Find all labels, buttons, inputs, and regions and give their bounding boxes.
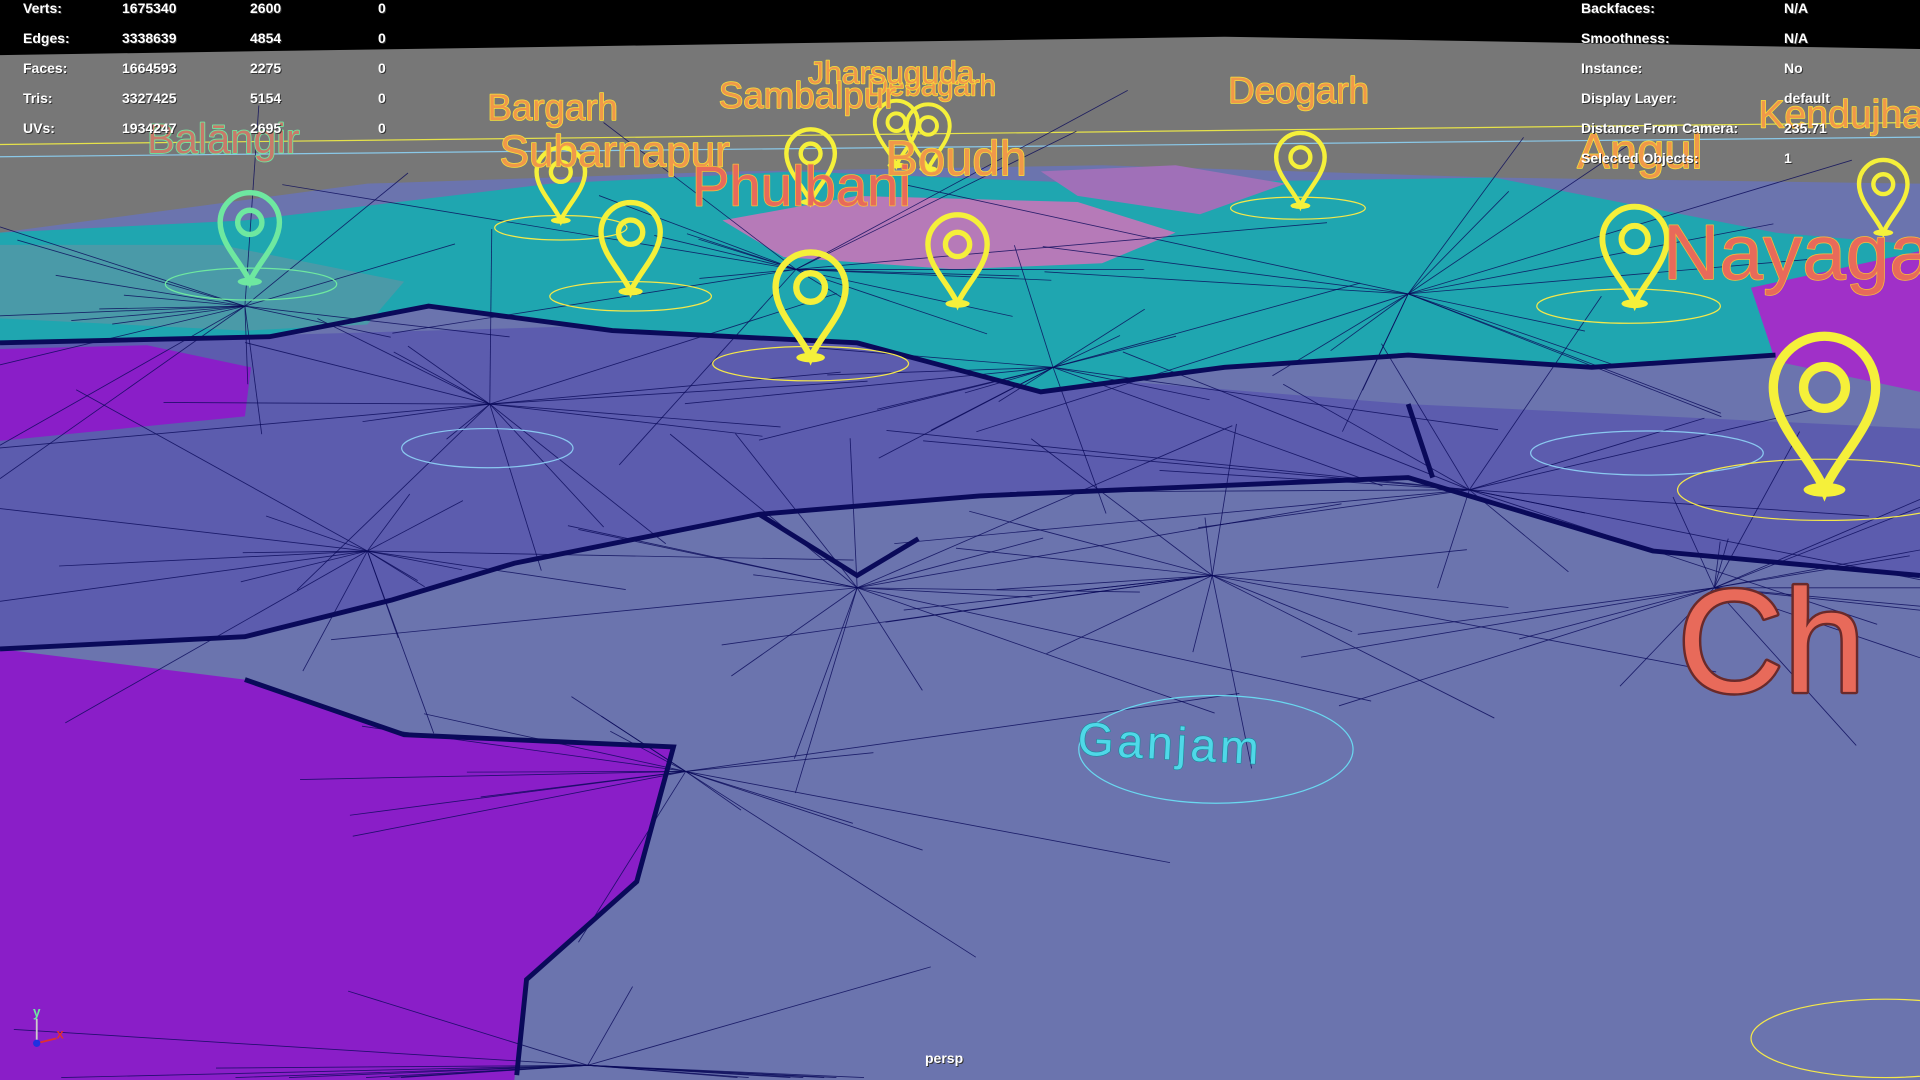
hud-total: 1934247 bbox=[122, 120, 177, 136]
hud-detail-label: Smoothness: bbox=[1581, 30, 1670, 46]
hud-selected: 2600 bbox=[250, 0, 282, 16]
maya-viewport[interactable]: Balāngir Bargarh Debagarh Jharsuguda Sam… bbox=[0, 0, 1920, 1080]
axis-x-label: x bbox=[56, 1026, 64, 1041]
hud-extra: 0 bbox=[378, 0, 386, 16]
hud-detail-value: N/A bbox=[1784, 30, 1809, 46]
hud-label: UVs: bbox=[23, 120, 55, 136]
hud-label: Tris: bbox=[23, 90, 53, 106]
hud-label: Edges: bbox=[23, 30, 70, 46]
hud-selected: 4854 bbox=[250, 30, 282, 46]
hud-extra: 0 bbox=[378, 120, 386, 136]
camera-name: persp bbox=[925, 1050, 964, 1066]
hud-detail-value: N/A bbox=[1784, 0, 1809, 16]
hud-detail-label: Backfaces: bbox=[1581, 0, 1655, 16]
hud-detail-label: Distance From Camera: bbox=[1581, 120, 1739, 136]
label-deogarh: Deogarh bbox=[1228, 70, 1369, 111]
hud-detail-label: Selected Objects: bbox=[1581, 150, 1699, 166]
hud-selected: 5154 bbox=[250, 90, 282, 106]
hud-detail-value: default bbox=[1784, 90, 1830, 106]
hud-detail-value: 1 bbox=[1784, 150, 1792, 166]
hud-total: 3338639 bbox=[122, 30, 177, 46]
label-sambalpur: Sambalpur bbox=[719, 75, 897, 116]
label-boudh: Boudh bbox=[885, 132, 1027, 186]
hud-extra: 0 bbox=[378, 30, 386, 46]
axis-y-label: y bbox=[33, 1004, 41, 1019]
label-ganjam: Ganjam bbox=[1076, 713, 1263, 775]
hud-selected: 2275 bbox=[250, 60, 282, 76]
label-kendujhar: Kendujhar bbox=[1758, 93, 1920, 136]
hud-detail-label: Instance: bbox=[1581, 60, 1643, 76]
hud-detail-value: No bbox=[1784, 60, 1803, 76]
hud-total: 1664593 bbox=[122, 60, 177, 76]
label-chilika: Ch bbox=[1678, 560, 1866, 724]
hud-extra: 0 bbox=[378, 60, 386, 76]
hud-detail-value: 235.71 bbox=[1784, 120, 1827, 136]
hud-total: 3327425 bbox=[122, 90, 177, 106]
hud-detail-label: Display Layer: bbox=[1581, 90, 1677, 106]
hud-total: 1675340 bbox=[122, 0, 177, 16]
hud-extra: 0 bbox=[378, 90, 386, 106]
hud-label: Verts: bbox=[23, 0, 62, 16]
hud-selected: 2695 bbox=[250, 120, 282, 136]
label-bargarh: Bargarh bbox=[487, 87, 618, 128]
label-nayagarh: Nayagarh bbox=[1663, 208, 1920, 296]
hud-label: Faces: bbox=[23, 60, 68, 76]
label-phulbani: Phulbani bbox=[692, 155, 911, 218]
